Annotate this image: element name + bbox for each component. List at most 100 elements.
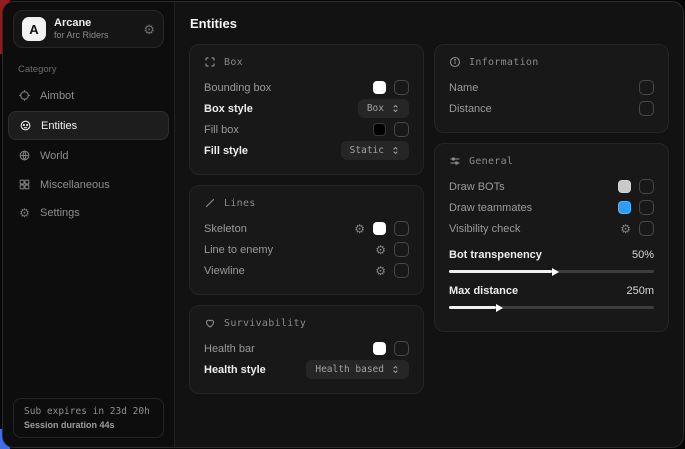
sidebar-item-settings[interactable]: ⚙ Settings [3, 199, 174, 227]
slider-track[interactable] [449, 270, 654, 273]
setting-label: Box style [204, 103, 253, 115]
line-icon [204, 197, 216, 209]
setting-label: Line to enemy [204, 244, 273, 256]
sidebar-item-entities[interactable]: Entities [8, 111, 169, 140]
chevron-up-down-icon [391, 104, 400, 113]
grid-icon [18, 178, 31, 191]
setting-row-distance: Distance [449, 98, 654, 119]
setting-row-fill-box: Fill box [204, 119, 409, 140]
section-title: General [469, 156, 513, 167]
setting-row-draw-teammates: Draw teammates [449, 197, 654, 218]
setting-row-name: Name [449, 77, 654, 98]
checkbox[interactable] [394, 80, 409, 95]
sidebar-nav: Aimbot Entities World Miscellaneous ⚙ Se… [3, 81, 174, 227]
checkbox[interactable] [394, 263, 409, 278]
brand-card: A Arcane for Arc Riders ⚙ [13, 10, 164, 48]
color-swatch[interactable] [373, 123, 386, 136]
setting-row-bounding-box: Bounding box [204, 77, 409, 98]
gear-icon[interactable]: ⚙ [620, 223, 631, 235]
checkbox[interactable] [394, 341, 409, 356]
box-section: Box Bounding box Box style [189, 44, 424, 175]
checkbox[interactable] [394, 242, 409, 257]
general-section-header: General [449, 155, 654, 167]
box-icon [204, 56, 216, 68]
sub-expiry-text: Sub expires in 23d 20h [24, 406, 153, 417]
slider-track[interactable] [449, 306, 654, 309]
lines-section: Lines Skeleton ⚙ Line to enemy [189, 185, 424, 295]
gear-icon[interactable]: ⚙ [354, 223, 365, 235]
setting-label: Name [449, 82, 478, 94]
gear-icon: ⚙ [18, 207, 31, 219]
sidebar-item-label: Aimbot [40, 90, 74, 102]
slider-value: 250m [626, 285, 654, 297]
checkbox[interactable] [639, 179, 654, 194]
bot-transparency-slider: Bot transpenency 50% [449, 246, 654, 273]
sidebar-item-label: World [40, 150, 69, 162]
color-swatch[interactable] [373, 81, 386, 94]
page-title: Entities [190, 16, 669, 31]
crosshair-icon [18, 89, 31, 102]
sidebar-item-miscellaneous[interactable]: Miscellaneous [3, 170, 174, 199]
information-section: Information Name Distance [434, 44, 669, 133]
slider-thumb[interactable] [496, 304, 503, 312]
box-section-header: Box [204, 56, 409, 68]
color-swatch[interactable] [373, 222, 386, 235]
sidebar-item-label: Settings [40, 207, 80, 219]
setting-row-health-bar: Health bar [204, 338, 409, 359]
checkbox[interactable] [639, 101, 654, 116]
color-swatch[interactable] [618, 180, 631, 193]
gear-icon[interactable]: ⚙ [375, 265, 386, 277]
setting-label: Visibility check [449, 223, 520, 235]
category-label: Category [18, 64, 174, 75]
setting-row-skeleton: Skeleton ⚙ [204, 218, 409, 239]
sliders-icon [449, 155, 461, 167]
color-swatch[interactable] [373, 342, 386, 355]
setting-label: Bounding box [204, 82, 271, 94]
setting-row-viewline: Viewline ⚙ [204, 260, 409, 281]
slider-fill [449, 270, 552, 273]
globe-icon [18, 149, 31, 162]
section-title: Information [469, 57, 539, 68]
brand-title: Arcane [54, 17, 109, 30]
slider-thumb[interactable] [552, 268, 559, 276]
general-section: General Draw BOTs Draw teammates [434, 143, 669, 332]
sidebar-item-aimbot[interactable]: Aimbot [3, 81, 174, 110]
section-title: Lines [224, 198, 256, 209]
color-swatch[interactable] [618, 201, 631, 214]
checkbox[interactable] [394, 122, 409, 137]
gear-icon[interactable]: ⚙ [143, 23, 155, 36]
subscription-info-card: Sub expires in 23d 20h Session duration … [13, 398, 164, 438]
setting-label: Viewline [204, 265, 245, 277]
slider-fill [449, 306, 496, 309]
setting-label: Fill style [204, 145, 248, 157]
fill-style-dropdown[interactable]: Static [341, 141, 409, 160]
setting-label: Draw teammates [449, 202, 532, 214]
gear-icon[interactable]: ⚙ [375, 244, 386, 256]
chevron-up-down-icon [391, 146, 400, 155]
brand-subtitle: for Arc Riders [54, 30, 109, 41]
avatar: A [22, 17, 46, 41]
chevron-up-down-icon [391, 365, 400, 374]
heart-icon [204, 317, 216, 329]
checkbox[interactable] [639, 80, 654, 95]
box-style-dropdown[interactable]: Box [358, 99, 409, 118]
checkbox[interactable] [639, 200, 654, 215]
sidebar-item-world[interactable]: World [3, 141, 174, 170]
survivability-section: Survivability Health bar Health style [189, 305, 424, 394]
setting-row-line-to-enemy: Line to enemy ⚙ [204, 239, 409, 260]
right-column: Information Name Distance [434, 44, 669, 342]
sidebar-item-label: Miscellaneous [40, 179, 110, 191]
dropdown-value: Static [350, 145, 384, 156]
health-style-dropdown[interactable]: Health based [306, 360, 409, 379]
setting-row-draw-bots: Draw BOTs [449, 176, 654, 197]
entities-icon [19, 119, 32, 132]
setting-label: Fill box [204, 124, 239, 136]
dropdown-value: Health based [315, 364, 384, 375]
slider-value: 50% [632, 249, 654, 261]
section-title: Box [224, 57, 243, 68]
checkbox[interactable] [394, 221, 409, 236]
setting-row-fill-style: Fill style Static [204, 140, 409, 161]
brand-text: Arcane for Arc Riders [54, 17, 109, 41]
checkbox[interactable] [639, 221, 654, 236]
desktop: A Arcane for Arc Riders ⚙ Category Aimbo… [0, 0, 685, 449]
